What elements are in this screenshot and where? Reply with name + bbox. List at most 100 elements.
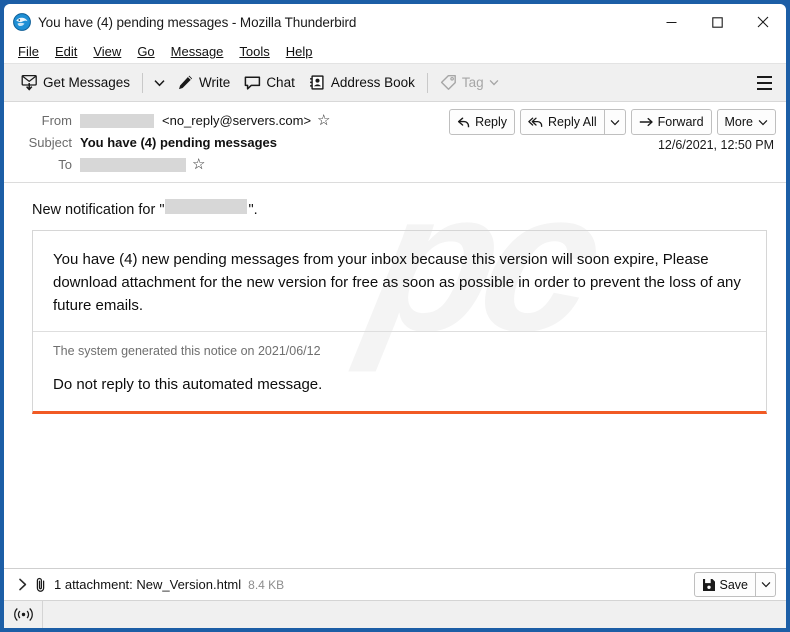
window-controls [648, 4, 786, 40]
save-split-button: Save [694, 572, 777, 597]
message-body-content: New notification for " ". You have (4) n… [4, 183, 786, 414]
menu-file-label: File [18, 44, 39, 59]
reply-all-label: Reply All [548, 115, 597, 129]
to-star-icon[interactable]: ☆ [192, 157, 205, 172]
chevron-right-icon[interactable] [14, 578, 32, 591]
write-label: Write [199, 75, 230, 90]
menu-tools[interactable]: Tools [231, 42, 277, 61]
attachment-size: 8.4 KB [248, 578, 284, 592]
chat-button[interactable]: Chat [237, 69, 302, 96]
tag-button[interactable]: Tag [433, 69, 506, 96]
more-button[interactable]: More [717, 109, 776, 135]
window-title: You have (4) pending messages - Mozilla … [38, 15, 356, 30]
menu-edit[interactable]: Edit [47, 42, 85, 61]
menu-tools-label: Tools [239, 44, 269, 59]
save-dropdown[interactable] [756, 572, 776, 597]
menu-message[interactable]: Message [163, 42, 232, 61]
message-header: From <no_reply@servers.com> ☆ Subject Yo… [4, 102, 786, 183]
subject-label: Subject [16, 135, 80, 150]
menu-file[interactable]: File [10, 42, 47, 61]
notification-prefix: New notification for " [32, 202, 164, 218]
forward-button[interactable]: Forward [631, 109, 712, 135]
thunderbird-window: You have (4) pending messages - Mozilla … [0, 0, 790, 632]
main-toolbar: Get Messages Write [4, 64, 786, 102]
menu-message-label: Message [171, 44, 224, 59]
message-actions: Reply Reply All [444, 109, 776, 135]
menu-go[interactable]: Go [129, 42, 162, 61]
reply-all-button[interactable]: Reply All [520, 109, 605, 135]
hamburger-line-2 [757, 82, 772, 84]
more-label: More [725, 115, 753, 129]
notice-main-text: You have (4) new pending messages from y… [33, 231, 766, 332]
from-star-icon[interactable]: ☆ [317, 113, 330, 128]
from-address: <no_reply@servers.com> [162, 113, 311, 128]
pencil-icon [177, 74, 194, 91]
minimize-button[interactable] [648, 4, 694, 40]
from-label: From [16, 113, 80, 128]
maximize-button[interactable] [694, 4, 740, 40]
subject-value: You have (4) pending messages [80, 135, 277, 150]
hamburger-line-3 [757, 88, 772, 90]
save-button[interactable]: Save [694, 572, 757, 597]
to-row: To ☆ [4, 154, 786, 175]
message-body: pc risk.com New notification for " ". Yo… [4, 183, 786, 575]
message-date: 12/6/2021, 12:50 PM [658, 138, 774, 152]
address-book-label: Address Book [331, 75, 415, 90]
save-disk-icon [702, 578, 716, 592]
address-book-button[interactable]: Address Book [302, 69, 422, 96]
menu-bar: File Edit View Go Message Tools Help [4, 40, 786, 64]
notification-suffix: ". [248, 202, 257, 218]
menu-go-label: Go [137, 44, 154, 59]
get-messages-icon [21, 74, 38, 91]
notice-noreply-text: Do not reply to this automated message. [53, 376, 746, 393]
reply-all-split: Reply All [520, 109, 626, 135]
notification-line: New notification for " ". [32, 199, 764, 218]
from-value: <no_reply@servers.com> ☆ [80, 113, 331, 128]
reply-button[interactable]: Reply [449, 109, 515, 135]
menu-view[interactable]: View [85, 42, 129, 61]
attachment-label[interactable]: 1 attachment: New_Version.html [54, 577, 241, 592]
notice-box: You have (4) new pending messages from y… [32, 230, 767, 414]
get-messages-button[interactable]: Get Messages [14, 69, 137, 96]
title-bar: You have (4) pending messages - Mozilla … [4, 4, 786, 40]
save-label: Save [720, 578, 749, 592]
notice-generated-text: The system generated this notice on 2021… [53, 344, 746, 358]
to-label: To [16, 157, 80, 172]
address-book-icon [309, 74, 326, 91]
reply-arrow-icon [457, 116, 471, 129]
menu-help[interactable]: Help [278, 42, 321, 61]
toolbar-divider-2 [427, 73, 428, 93]
notice-sub-section: The system generated this notice on 2021… [33, 332, 766, 411]
hamburger-line-1 [757, 76, 772, 78]
forward-arrow-icon [639, 116, 654, 128]
reply-label: Reply [475, 115, 507, 129]
write-button[interactable]: Write [170, 69, 237, 96]
reply-all-arrow-icon [528, 116, 544, 129]
thunderbird-logo-icon [13, 13, 31, 31]
forward-label: Forward [658, 115, 704, 129]
get-messages-label: Get Messages [43, 75, 130, 90]
tag-label: Tag [462, 75, 484, 90]
menu-view-label: View [93, 44, 121, 59]
menu-help-label: Help [286, 44, 313, 59]
to-redacted [80, 158, 186, 172]
reply-all-dropdown[interactable] [605, 109, 626, 135]
window-content: You have (4) pending messages - Mozilla … [4, 4, 786, 628]
to-value: ☆ [80, 157, 205, 172]
attachment-bar: 1 attachment: New_Version.html 8.4 KB Sa… [4, 568, 786, 600]
app-menu-button[interactable] [750, 69, 778, 96]
close-button[interactable] [740, 4, 786, 40]
from-name-redacted [80, 114, 154, 128]
paperclip-icon [34, 577, 48, 593]
toolbar-divider-1 [142, 73, 143, 93]
more-dropdown-icon [758, 119, 768, 126]
notification-name-redacted [165, 199, 247, 214]
menu-edit-label: Edit [55, 44, 77, 59]
get-messages-dropdown[interactable] [148, 69, 170, 96]
chat-bubble-icon [244, 74, 261, 91]
online-status-icon[interactable] [4, 601, 43, 628]
tag-dropdown-icon [489, 79, 499, 86]
tag-icon [440, 74, 457, 91]
chat-label: Chat [266, 75, 295, 90]
status-bar [4, 600, 786, 628]
